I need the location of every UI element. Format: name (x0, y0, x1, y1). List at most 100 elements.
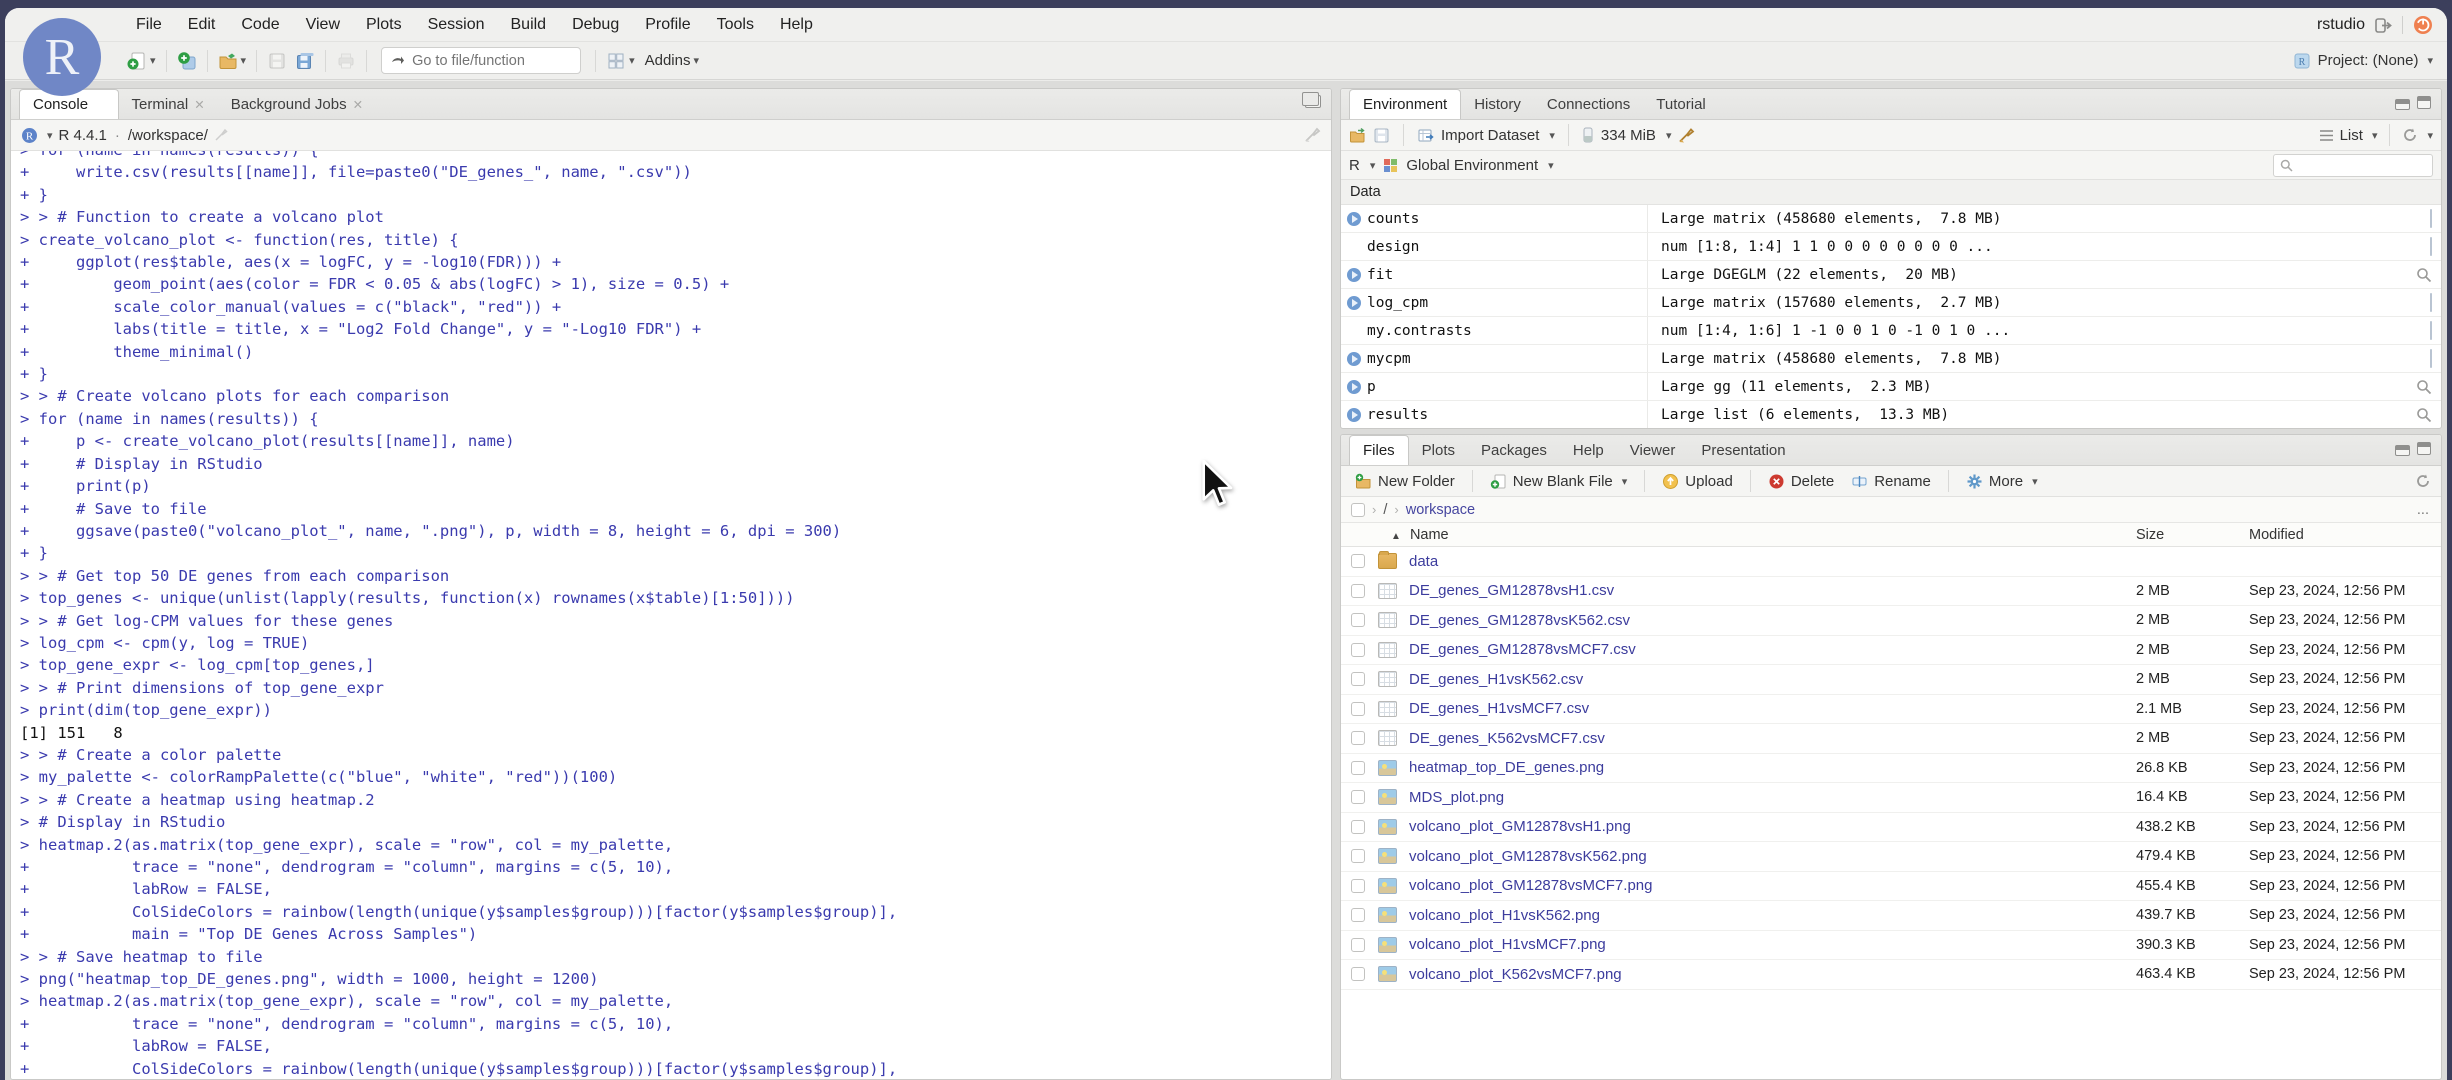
environment-object-row[interactable]: log_cpm Large matrix (157680 elements, 2… (1341, 289, 2441, 317)
more-caret-icon[interactable]: ▾ (2032, 475, 2038, 488)
environment-object-row[interactable]: results Large list (6 elements, 13.3 MB) (1341, 401, 2441, 428)
file-row[interactable]: volcano_plot_GM12878vsMCF7.png 455.4 KB … (1341, 872, 2441, 901)
environment-scope-selector[interactable]: Global Environment (1406, 157, 1538, 174)
console-output-area[interactable]: > for (name in names(results)) {+ write.… (11, 151, 1331, 1079)
file-row[interactable]: DE_genes_K562vsMCF7.csv 2 MB Sep 23, 202… (1341, 724, 2441, 754)
file-row[interactable]: volcano_plot_GM12878vsH1.png 438.2 KB Se… (1341, 813, 2441, 842)
goto-file-input[interactable] (412, 52, 563, 69)
file-name-link[interactable]: volcano_plot_GM12878vsMCF7.png (1409, 877, 1652, 894)
view-table-icon[interactable] (2430, 320, 2432, 340)
console-tab[interactable]: Terminal ✕ (119, 89, 218, 119)
files-tab[interactable]: Packages (1468, 435, 1560, 465)
view-table-icon[interactable] (2430, 208, 2432, 228)
files-tab[interactable]: Plots (1409, 435, 1468, 465)
file-name-link[interactable]: DE_genes_H1vsK562.csv (1409, 671, 1583, 688)
files-tab[interactable]: Viewer (1617, 435, 1689, 465)
file-checkbox[interactable] (1351, 672, 1365, 687)
file-name-link[interactable]: volcano_plot_GM12878vsH1.png (1409, 818, 1631, 835)
file-name-link[interactable]: MDS_plot.png (1409, 789, 1504, 806)
file-name-link[interactable]: data (1409, 553, 1438, 570)
import-dataset-icon[interactable] (1417, 127, 1434, 144)
file-row[interactable]: DE_genes_H1vsK562.csv 2 MB Sep 23, 2024,… (1341, 665, 2441, 695)
load-workspace-icon[interactable] (1349, 127, 1366, 144)
menu-item[interactable]: Edit (175, 16, 229, 34)
inspect-object-icon[interactable] (2416, 267, 2432, 283)
menu-item[interactable]: Build (498, 16, 560, 34)
save-all-button[interactable] (295, 51, 315, 71)
close-tab-icon[interactable]: ✕ (194, 97, 204, 112)
save-workspace-icon[interactable] (1373, 127, 1390, 144)
file-name-link[interactable]: volcano_plot_GM12878vsK562.png (1409, 848, 1647, 865)
close-tab-icon[interactable]: ✕ (353, 97, 363, 112)
file-row[interactable]: volcano_plot_K562vsMCF7.png 463.4 KB Sep… (1341, 960, 2441, 990)
expand-object-icon[interactable] (1347, 295, 1361, 310)
column-size[interactable]: Size (2136, 527, 2164, 543)
language-caret-icon[interactable]: ▾ (1370, 159, 1376, 172)
maximize-pane-icon[interactable] (1302, 92, 1321, 108)
environment-search[interactable] (2273, 154, 2433, 177)
console-tab[interactable]: Background Jobs ✕ (218, 89, 376, 119)
r-session-icon[interactable]: R (21, 127, 38, 144)
menu-item[interactable]: Debug (559, 16, 632, 34)
list-caret-icon[interactable]: ▾ (2372, 129, 2378, 142)
project-caret-icon[interactable]: ▾ (2427, 54, 2433, 67)
print-button[interactable] (336, 51, 356, 71)
environment-tab[interactable]: Environment (1349, 89, 1462, 119)
file-name-link[interactable]: DE_genes_GM12878vsMCF7.csv (1409, 641, 1636, 658)
maximize-pane-icon[interactable] (2417, 442, 2431, 455)
open-file-caret-icon[interactable]: ▾ (241, 54, 247, 67)
breadcrumb-folder[interactable]: workspace (1406, 502, 1475, 518)
more-button[interactable]: More ▾ (1960, 473, 2044, 490)
file-checkbox[interactable] (1351, 819, 1365, 834)
new-file-caret-icon[interactable]: ▾ (150, 54, 156, 67)
expand-object-icon[interactable] (1347, 407, 1361, 422)
file-row[interactable]: data (1341, 547, 2441, 577)
file-row[interactable]: volcano_plot_H1vsK562.png 439.7 KB Sep 2… (1341, 901, 2441, 931)
compile-report-button[interactable]: ▾ (606, 51, 635, 71)
file-checkbox[interactable] (1351, 937, 1365, 952)
addins-caret-icon[interactable]: ▾ (693, 54, 699, 67)
view-table-icon[interactable] (2430, 292, 2432, 312)
file-checkbox[interactable] (1351, 790, 1365, 805)
menu-item[interactable]: Plots (353, 16, 415, 34)
new-project-button[interactable] (177, 51, 197, 71)
file-checkbox[interactable] (1351, 731, 1365, 746)
sign-out-icon[interactable] (2375, 17, 2392, 34)
view-table-icon[interactable] (2430, 236, 2432, 256)
refresh-icon[interactable] (2415, 473, 2431, 489)
environment-object-row[interactable]: p Large gg (11 elements, 2.3 MB) (1341, 373, 2441, 401)
environment-tab[interactable]: Connections (1534, 89, 1643, 119)
file-checkbox[interactable] (1351, 878, 1365, 893)
environment-object-row[interactable]: my.contrasts num [1:4, 1:6] 1 -1 0 0 1 0… (1341, 317, 2441, 345)
files-tab[interactable]: Presentation (1688, 435, 1798, 465)
file-checkbox[interactable] (1351, 967, 1365, 982)
environment-object-row[interactable]: design num [1:8, 1:4] 1 1 0 0 0 0 0 0 0 … (1341, 233, 2441, 261)
menu-item[interactable]: Code (228, 16, 292, 34)
breadcrumb-overflow[interactable]: ... (2417, 502, 2429, 518)
menu-item[interactable]: Session (415, 16, 498, 34)
goto-file-search[interactable] (381, 47, 582, 74)
project-selector[interactable]: Project: (None) (2318, 52, 2419, 69)
inspect-object-icon[interactable] (2416, 407, 2432, 423)
column-modified[interactable]: Modified (2249, 527, 2304, 543)
save-button[interactable] (267, 51, 287, 71)
menu-item[interactable]: File (123, 16, 175, 34)
file-name-link[interactable]: DE_genes_GM12878vsK562.csv (1409, 612, 1630, 629)
open-file-button[interactable]: ▾ (218, 51, 247, 71)
quit-session-icon[interactable] (2413, 15, 2433, 35)
refresh-caret-icon[interactable]: ▾ (2427, 129, 2433, 142)
expand-object-icon[interactable] (1347, 351, 1361, 366)
menu-item[interactable]: View (293, 16, 353, 34)
clear-console-icon[interactable] (1303, 126, 1321, 144)
file-name-link[interactable]: DE_genes_H1vsMCF7.csv (1409, 700, 1589, 717)
minimize-pane-icon[interactable] (2395, 99, 2410, 110)
new-folder-button[interactable]: New Folder (1349, 473, 1461, 490)
display-mode-selector[interactable]: List (2340, 127, 2363, 144)
clear-environment-icon[interactable] (1678, 127, 1695, 144)
delete-button[interactable]: Delete (1762, 473, 1840, 490)
scope-caret-icon[interactable]: ▾ (1548, 159, 1554, 172)
file-row[interactable]: volcano_plot_H1vsMCF7.png 390.3 KB Sep 2… (1341, 931, 2441, 960)
addins-button[interactable]: Addins (645, 52, 691, 69)
environment-object-row[interactable]: mycpm Large matrix (458680 elements, 7.8… (1341, 345, 2441, 373)
file-checkbox[interactable] (1351, 908, 1365, 923)
